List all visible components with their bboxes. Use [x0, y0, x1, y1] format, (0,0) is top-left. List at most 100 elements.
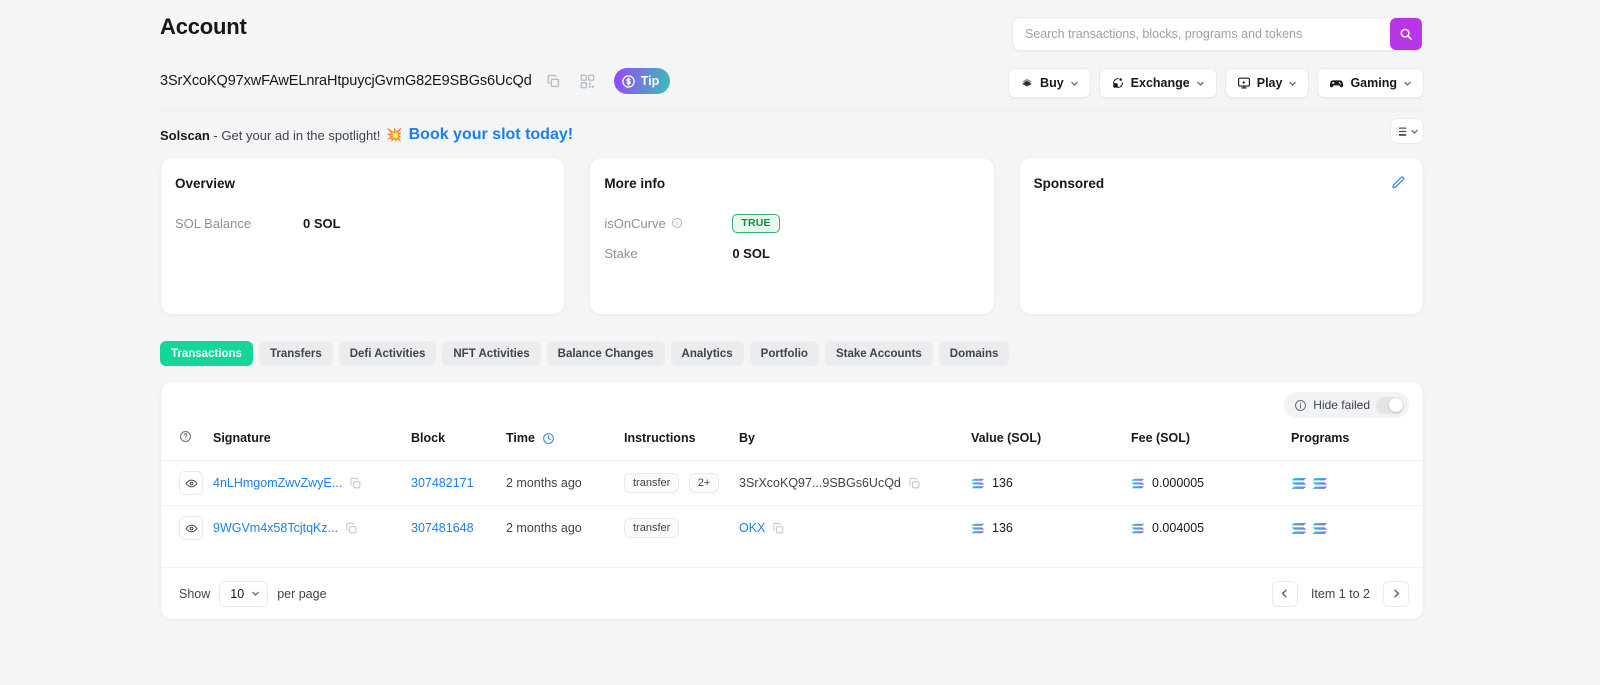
buy-icon [1020, 76, 1034, 90]
quick-nav: Buy Exchange Play [1008, 68, 1424, 98]
help-icon[interactable] [179, 430, 192, 443]
column-block: Block [411, 430, 506, 461]
table-body: 4nLHmgomZwvZwyE... 307482171 2 months ag… [161, 461, 1423, 551]
ad-text: Solscan - Get your ad in the spotlight! [160, 128, 380, 143]
instruction-chip[interactable]: transfer [624, 518, 679, 538]
block-link[interactable]: 307481648 [411, 521, 474, 535]
list-icon [1395, 125, 1408, 138]
copy-icon[interactable] [772, 522, 785, 535]
tip-button[interactable]: Tip [614, 68, 671, 94]
program-icon[interactable] [1312, 522, 1328, 535]
programs-cell [1291, 461, 1423, 506]
tab-defi-activities[interactable]: Defi Activities [339, 341, 437, 366]
ad-brand: Solscan [160, 128, 210, 143]
search-bar[interactable] [1012, 17, 1424, 51]
program-icon[interactable] [1312, 477, 1328, 490]
book-slot-link[interactable]: Book your slot today! [409, 126, 573, 144]
expand-row-button[interactable] [179, 471, 203, 495]
eye-icon [185, 522, 198, 535]
search-icon [1399, 27, 1413, 41]
page-size-select[interactable]: 10 [219, 581, 268, 607]
copy-address-button[interactable] [542, 69, 566, 93]
view-options-button[interactable] [1390, 118, 1424, 144]
previous-page-button[interactable] [1272, 581, 1298, 607]
row-expand-cell [161, 461, 213, 506]
sponsored-card: Sponsored [1019, 157, 1424, 315]
account-tabs: Transactions Transfers Defi Activities N… [160, 341, 1009, 366]
tab-domains[interactable]: Domains [939, 341, 1010, 366]
hide-failed-toggle[interactable]: Hide failed [1284, 392, 1409, 418]
tab-stake-accounts[interactable]: Stake Accounts [825, 341, 933, 366]
column-signature: Signature [213, 430, 411, 461]
copy-icon[interactable] [345, 522, 358, 535]
page-size-value: 10 [230, 587, 244, 601]
by-link[interactable]: OKX [739, 521, 765, 535]
transactions-panel: Hide failed Signature Block [160, 381, 1424, 620]
clock-icon [542, 432, 555, 445]
next-page-button[interactable] [1383, 581, 1409, 607]
table-row: 9WGVm4x58TcjtqKz... 307481648 2 months a… [161, 506, 1423, 551]
header-divider [160, 110, 1424, 111]
table-head: Signature Block Time Instructions By Val… [161, 430, 1423, 461]
tab-transactions[interactable]: Transactions [160, 341, 253, 366]
sol-balance-row: SOL Balance 0 SOL [175, 208, 546, 238]
per-page-label: per page [277, 587, 326, 601]
column-fee: Fee (SOL) [1131, 430, 1291, 461]
copy-icon[interactable] [349, 477, 362, 490]
copy-icon[interactable] [908, 477, 921, 490]
column-value: Value (SOL) [971, 430, 1131, 461]
play-icon [1237, 76, 1251, 90]
block-cell: 307482171 [411, 461, 506, 506]
signature-link[interactable]: 9WGVm4x58TcjtqKz... [213, 521, 338, 535]
dollar-circle-icon [621, 74, 636, 89]
row-expand-cell [161, 506, 213, 551]
summary-cards: Overview SOL Balance 0 SOL More info isO… [160, 157, 1424, 315]
qr-code-button[interactable] [576, 69, 600, 93]
buy-button[interactable]: Buy [1008, 68, 1091, 98]
toggle-switch[interactable] [1376, 397, 1404, 414]
account-address-row: 3SrXcoKQ97xwFAwELnraHtpuycjGvmG82E9SBGs6… [160, 68, 670, 94]
program-icon[interactable] [1291, 522, 1307, 535]
is-on-curve-badge: TRUE [732, 214, 779, 233]
value-cell: 136 [971, 461, 1131, 506]
chevron-down-icon [251, 589, 260, 598]
tab-balance-changes[interactable]: Balance Changes [547, 341, 665, 366]
column-by: By [739, 430, 971, 461]
ad-message: - Get your ad in the spotlight! [213, 128, 380, 143]
block-link[interactable]: 307482171 [411, 476, 474, 490]
eye-icon [185, 477, 198, 490]
instructions-cell: transfer 2+ [624, 461, 739, 506]
time-cell: 2 months ago [506, 506, 624, 551]
fee-amount: 0.004005 [1152, 521, 1204, 535]
play-button[interactable]: Play [1225, 68, 1310, 98]
more-info-title: More info [604, 176, 975, 191]
gaming-button[interactable]: Gaming [1317, 68, 1424, 98]
tab-analytics[interactable]: Analytics [671, 341, 744, 366]
info-icon[interactable] [671, 217, 683, 229]
tab-nft-activities[interactable]: NFT Activities [442, 341, 540, 366]
signature-link[interactable]: 4nLHmgomZwvZwyE... [213, 476, 342, 490]
expand-row-button[interactable] [179, 516, 203, 540]
tab-portfolio[interactable]: Portfolio [750, 341, 819, 366]
column-time[interactable]: Time [506, 430, 624, 461]
solana-icon [971, 523, 985, 534]
by-cell: OKX [739, 506, 971, 551]
panel-toolbar: Hide failed [161, 382, 1423, 430]
is-on-curve-row: isOnCurve TRUE [604, 208, 975, 238]
chevron-right-icon [1391, 588, 1402, 599]
exchange-button[interactable]: Exchange [1099, 68, 1217, 98]
table-row: 4nLHmgomZwvZwyE... 307482171 2 months ag… [161, 461, 1423, 506]
instruction-chip[interactable]: transfer [624, 473, 679, 493]
search-button[interactable] [1390, 18, 1422, 50]
search-input[interactable] [1013, 27, 1390, 41]
tab-transfers[interactable]: Transfers [259, 341, 333, 366]
program-icon[interactable] [1291, 477, 1307, 490]
sparkle-icon: 💥 [386, 127, 402, 143]
page-size-control: Show 10 per page [179, 581, 327, 607]
stake-value: 0 SOL [732, 246, 770, 261]
instruction-more-chip[interactable]: 2+ [689, 473, 720, 493]
pencil-icon [1390, 175, 1406, 191]
copy-icon [546, 74, 561, 89]
buy-label: Buy [1040, 76, 1064, 90]
edit-sponsored-button[interactable] [1389, 175, 1407, 193]
